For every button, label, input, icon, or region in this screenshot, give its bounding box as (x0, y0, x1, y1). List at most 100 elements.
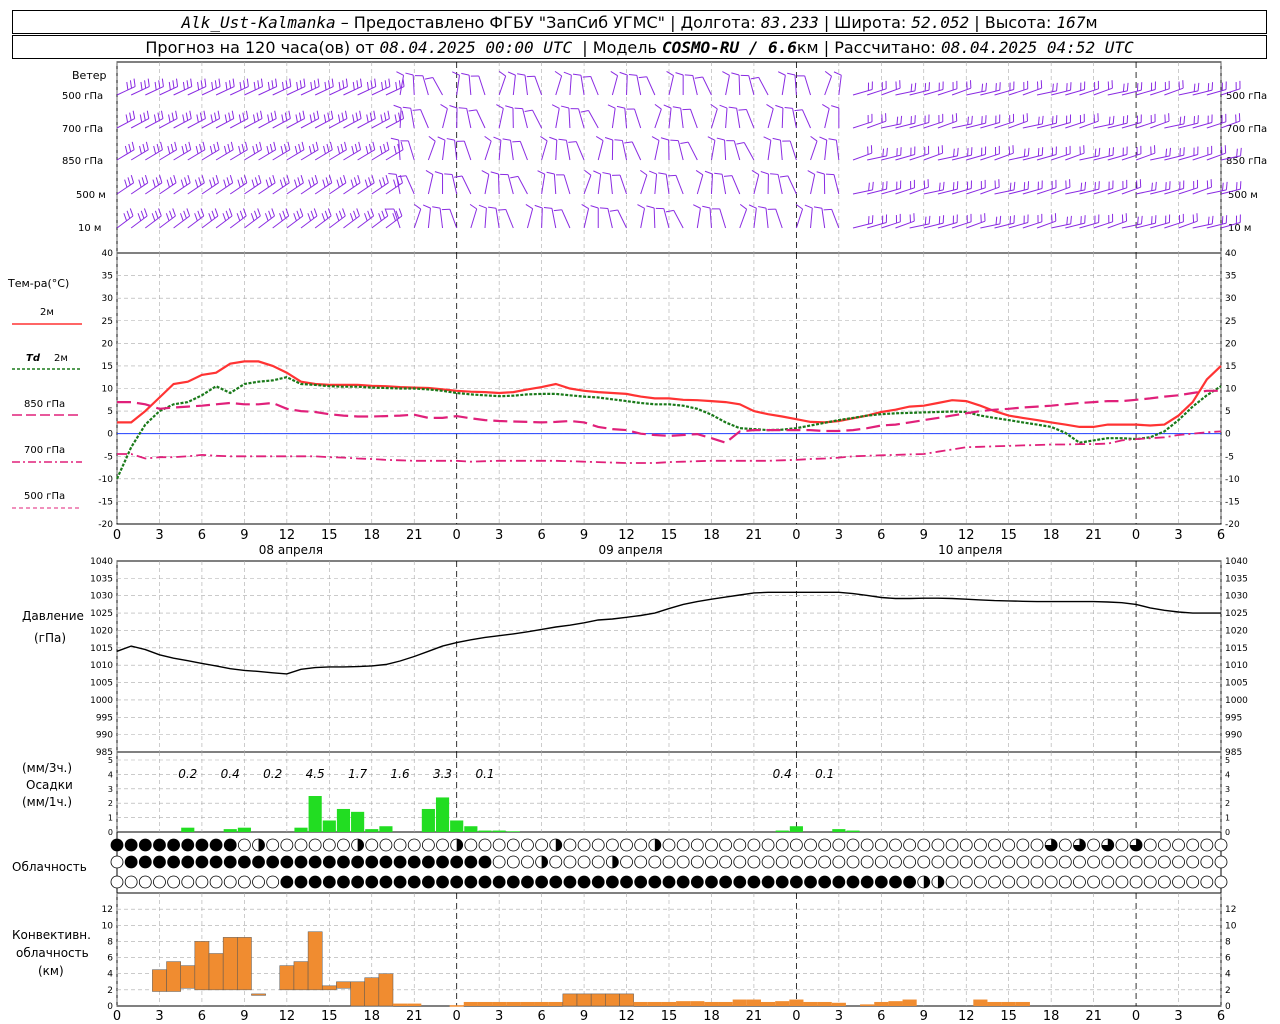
wind-barb-feather (496, 104, 504, 109)
cloud-symbol (351, 855, 365, 869)
wind-label: Ветер (72, 69, 106, 82)
wind-barb-feather (231, 110, 235, 119)
wind-barb (215, 182, 233, 195)
wind-barb-feather (190, 78, 193, 87)
wind-barb-feather (353, 177, 358, 186)
cloud-symbol (280, 875, 294, 889)
wind-barb-feather (616, 105, 625, 109)
wind-barb-feather (981, 83, 984, 92)
x-tick-label: 18 (703, 1009, 720, 1024)
wind-barb-feather (180, 213, 184, 221)
wind-barb-feather (202, 141, 206, 150)
precip-bar (181, 827, 195, 832)
cloud-symbol (1172, 875, 1185, 889)
x-tick-label: 12 (958, 1009, 975, 1024)
cloud-symbol (1044, 855, 1058, 869)
wind-barb (272, 118, 291, 129)
wind-barb (541, 207, 543, 229)
cloud-symbol (662, 838, 676, 852)
wind-barb-feather (694, 76, 703, 79)
wind-barb-feather (181, 145, 185, 154)
conv-bar (534, 1001, 549, 1006)
wind-barb-feather (398, 175, 407, 178)
wind-barb (145, 149, 163, 161)
wind-barb-feather (393, 104, 402, 109)
wind-barb-feather (440, 104, 448, 110)
wind-barb-feather (378, 213, 382, 221)
cloud-symbol (931, 838, 945, 852)
cloud-symbol (860, 875, 874, 889)
wind-barb-feather (702, 205, 711, 209)
precip-tick-label: 2 (108, 799, 113, 808)
precip-bar (322, 820, 336, 832)
wind-barb (779, 140, 783, 161)
wind-barb-feather (640, 169, 648, 176)
conv-bar (407, 1003, 422, 1006)
cloud-symbol (322, 838, 336, 852)
wind-barb (272, 86, 292, 96)
cloud-symbol (945, 875, 959, 889)
cloud-symbol (195, 875, 209, 889)
x-tick-label: 3 (835, 1009, 843, 1024)
legend-850-label: 850 гПа (24, 399, 65, 410)
cloud-symbol (761, 875, 775, 889)
wind-barb-feather (831, 105, 839, 109)
wind-barb-feather (1151, 182, 1153, 191)
x-tick-label: 0 (113, 528, 121, 543)
wind-barb-feather (593, 170, 601, 175)
wind-barb-feather (324, 210, 329, 219)
wind-barb-feather (211, 81, 214, 90)
wind-barb-feather (405, 72, 414, 76)
wind-barb-feather (398, 208, 403, 217)
wind-barb-feather (175, 110, 178, 119)
cloud-symbol (1087, 838, 1101, 852)
conv-bar (378, 973, 394, 1007)
wind-barb (229, 118, 249, 129)
wind-barb (668, 108, 672, 129)
wind-barb-feather (390, 137, 399, 141)
wind-barb (541, 140, 548, 161)
wind-barb (611, 75, 619, 96)
wind-barb (201, 149, 220, 161)
cloud-symbol-fill (923, 876, 930, 888)
wind-barb-feather (446, 138, 455, 141)
precip-3h-label: 0.1 (475, 767, 494, 781)
precip-3h-label: 0.2 (263, 767, 282, 781)
wind-barb-feather (229, 175, 234, 183)
conv-bar (676, 1001, 691, 1006)
conv-tick-label: 8 (107, 937, 113, 947)
pressure-tick-label: 1010 (1225, 661, 1248, 671)
cloud-symbol (138, 875, 152, 889)
x-tick-label: 6 (877, 528, 885, 543)
wind-barb-feather (251, 179, 255, 188)
wind-barb-feather (300, 175, 304, 183)
wind-barb-feather (1211, 215, 1214, 224)
conv-bar (506, 1001, 521, 1006)
wind-barb-feather (200, 208, 205, 217)
x-tick-label: 6 (877, 1009, 885, 1024)
precip-bar (421, 808, 435, 832)
wind-barb (314, 86, 334, 96)
wind-barb-feather (327, 208, 332, 217)
cloud-symbol (181, 875, 195, 889)
cloud-symbol (648, 875, 662, 889)
wind-barb-feather (280, 145, 284, 154)
precip-3h-label: 4.5 (306, 767, 325, 781)
cloud-symbol (1073, 875, 1086, 889)
x-tick-label: 18 (363, 528, 380, 543)
precip-tick-label: 1 (108, 814, 113, 823)
conv-bar (746, 999, 761, 1006)
cloud-symbol (1044, 875, 1058, 889)
wind-barb (300, 118, 319, 129)
wind-barb-feather (296, 210, 301, 219)
cloud-symbol (280, 855, 294, 869)
wind-barb (357, 118, 376, 129)
wind-barb-feather (341, 112, 344, 121)
cloud-symbol (591, 855, 605, 869)
wind-barb-feather (394, 114, 398, 123)
wind-barb (675, 175, 684, 195)
cloud-symbol-fill (555, 839, 562, 851)
wind-barb (159, 118, 178, 129)
cloud-symbol (421, 855, 435, 869)
wind-barb-feather (816, 171, 825, 175)
